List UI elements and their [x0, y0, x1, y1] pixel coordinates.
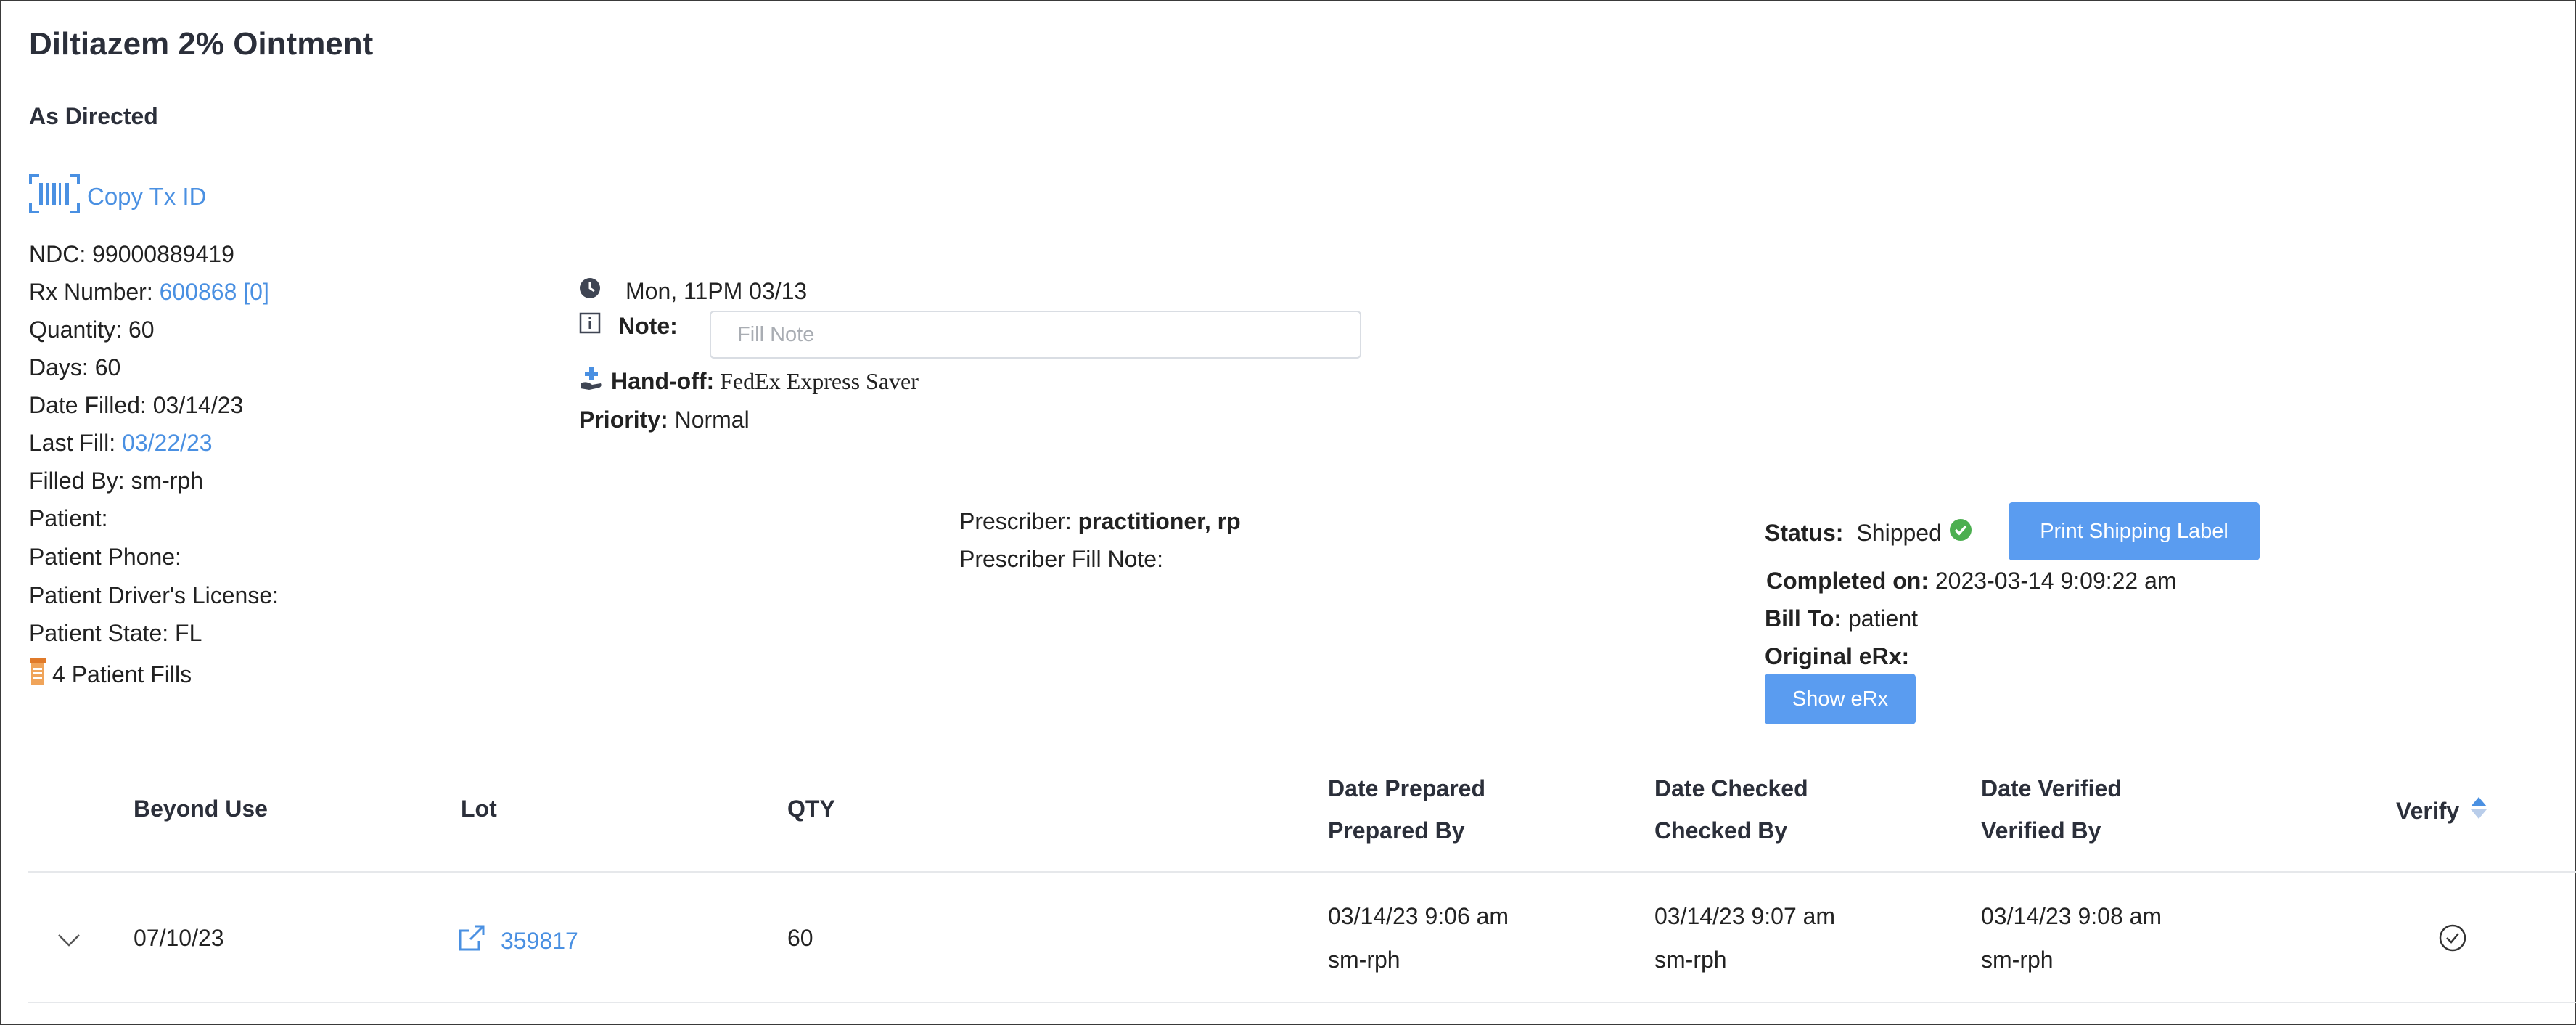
status-row: Status: Shipped: [1765, 518, 1972, 547]
patient-state-value: FL: [175, 620, 202, 646]
check-circle-icon: [1949, 518, 1972, 547]
table-header-divider: [28, 871, 2576, 873]
handoff-label: Hand-off:: [611, 367, 715, 394]
page-frame: Diltiazem 2% Ointment As Directed Copy T…: [0, 0, 2576, 1025]
col-date-prepared: Date Prepared: [1328, 775, 1485, 801]
original-erx-label: Original eRx:: [1765, 643, 1910, 669]
status-value: Shipped: [1856, 519, 1942, 546]
filled-by-label: Filled By:: [29, 467, 125, 494]
note-label: Note:: [618, 312, 678, 339]
ndc-label: NDC:: [29, 241, 86, 267]
days-value: 60: [94, 354, 121, 380]
patient-fills-link[interactable]: 4 Patient Fills: [29, 658, 192, 691]
date-filled-label: Date Filled:: [29, 392, 147, 418]
ndc-value: 99000889419: [92, 241, 234, 267]
patient-label: Patient:: [29, 505, 108, 531]
last-fill-link[interactable]: 03/22/23: [122, 430, 213, 456]
priority-row: Priority: Normal: [579, 407, 750, 433]
filled-by-value: sm-rph: [131, 467, 204, 494]
col-verify-label: Verify: [2396, 797, 2460, 824]
bill-to-value: patient: [1847, 605, 1919, 632]
ndc-row: NDC: 99000889419: [29, 241, 234, 268]
order-datetime: Mon, 11PM 03/13: [625, 277, 808, 304]
patient-fills-label: 4 Patient Fills: [52, 661, 192, 687]
last-fill-row: Last Fill: 03/22/23: [29, 430, 213, 457]
pill-bottle-icon: [29, 658, 46, 691]
priority-value: Normal: [674, 407, 750, 433]
bill-to-label: Bill To:: [1765, 605, 1842, 632]
cell-verified-by: sm-rph: [1981, 947, 2054, 973]
priority-label: Priority:: [579, 407, 668, 433]
table-row-divider: [28, 1002, 2576, 1003]
col-date-verified: Date Verified: [1981, 775, 2122, 801]
page-title: Diltiazem 2% Ointment: [29, 26, 374, 62]
handoff-icon: [579, 366, 604, 396]
quantity-label: Quantity:: [29, 317, 123, 343]
prescriber-label: Prescriber:: [959, 508, 1072, 534]
prescriber-row: Prescriber: practitioner, rp: [959, 508, 1241, 535]
copy-tx-id-button[interactable]: Copy Tx ID: [29, 174, 206, 219]
rx-number-label: Rx Number:: [29, 279, 153, 305]
cell-date-verified: 03/14/23 9:08 am: [1981, 903, 2162, 929]
days-row: Days: 60: [29, 354, 120, 381]
bill-to-row: Bill To: patient: [1765, 605, 1918, 632]
completed-on-value: 2023-03-14 9:09:22 am: [1935, 568, 2177, 594]
col-date-checked: Date Checked: [1654, 775, 1808, 801]
cell-beyond-use: 07/10/23: [134, 925, 224, 951]
sort-icon: [2469, 796, 2488, 826]
col-verified-by: Verified By: [1981, 817, 2101, 844]
quantity-row: Quantity: 60: [29, 317, 155, 343]
lot-number: 359817: [501, 927, 578, 954]
handoff-value: FedEx Express Saver: [720, 367, 919, 394]
date-filled-row: Date Filled: 03/14/23: [29, 392, 243, 419]
copy-tx-label: Copy Tx ID: [87, 183, 207, 210]
col-verify-sortable[interactable]: Verify: [2396, 796, 2488, 826]
directions: As Directed: [29, 103, 158, 129]
completed-on-row: Completed on: 2023-03-14 9:09:22 am: [1766, 568, 2177, 595]
col-qty: QTY: [787, 796, 835, 822]
rx-number-link[interactable]: 600868 [0]: [160, 279, 269, 305]
days-label: Days:: [29, 354, 89, 380]
last-fill-label: Last Fill:: [29, 430, 116, 456]
show-erx-button[interactable]: Show eRx: [1765, 674, 1916, 724]
handoff-row: Hand-off: FedEx Express Saver: [579, 366, 919, 396]
patient-state-label: Patient State:: [29, 620, 169, 646]
patient-phone-label: Patient Phone:: [29, 544, 181, 570]
rx-number-row: Rx Number: 600868 [0]: [29, 279, 269, 306]
col-beyond-use: Beyond Use: [134, 796, 268, 822]
col-lot: Lot: [461, 796, 497, 822]
completed-on-label: Completed on:: [1766, 568, 1929, 594]
cell-qty: 60: [787, 925, 813, 951]
cell-checked-by: sm-rph: [1654, 947, 1727, 973]
print-shipping-label-button[interactable]: Print Shipping Label: [2009, 502, 2260, 560]
cell-lot-link[interactable]: 359817: [457, 923, 578, 958]
prescriber-fill-note-label: Prescriber Fill Note:: [959, 546, 1163, 572]
filled-by-row: Filled By: sm-rph: [29, 467, 203, 494]
order-datetime-row: Mon, 11PM 03/13: [579, 277, 807, 305]
patient-state-row: Patient State: FL: [29, 620, 202, 647]
prescriber-name: practitioner, rp: [1078, 508, 1241, 534]
status-label: Status:: [1765, 519, 1844, 546]
external-link-icon: [457, 923, 486, 958]
cell-date-checked: 03/14/23 9:07 am: [1654, 903, 1836, 929]
patient-license-label: Patient Driver's License:: [29, 582, 279, 608]
info-icon: [579, 312, 601, 340]
barcode-icon: [29, 174, 87, 219]
col-checked-by: Checked By: [1654, 817, 1788, 844]
clock-icon: [579, 277, 601, 305]
col-prepared-by: Prepared By: [1328, 817, 1465, 844]
chevron-down-icon[interactable]: [57, 932, 81, 952]
date-filled-value: 03/14/23: [152, 392, 244, 418]
note-label-row: Note:: [579, 312, 678, 340]
cell-prepared-by: sm-rph: [1328, 947, 1400, 973]
fill-note-input[interactable]: [710, 311, 1361, 359]
verify-check-icon[interactable]: [2438, 923, 2467, 956]
cell-date-prepared: 03/14/23 9:06 am: [1328, 903, 1509, 929]
quantity-value: 60: [128, 317, 155, 343]
